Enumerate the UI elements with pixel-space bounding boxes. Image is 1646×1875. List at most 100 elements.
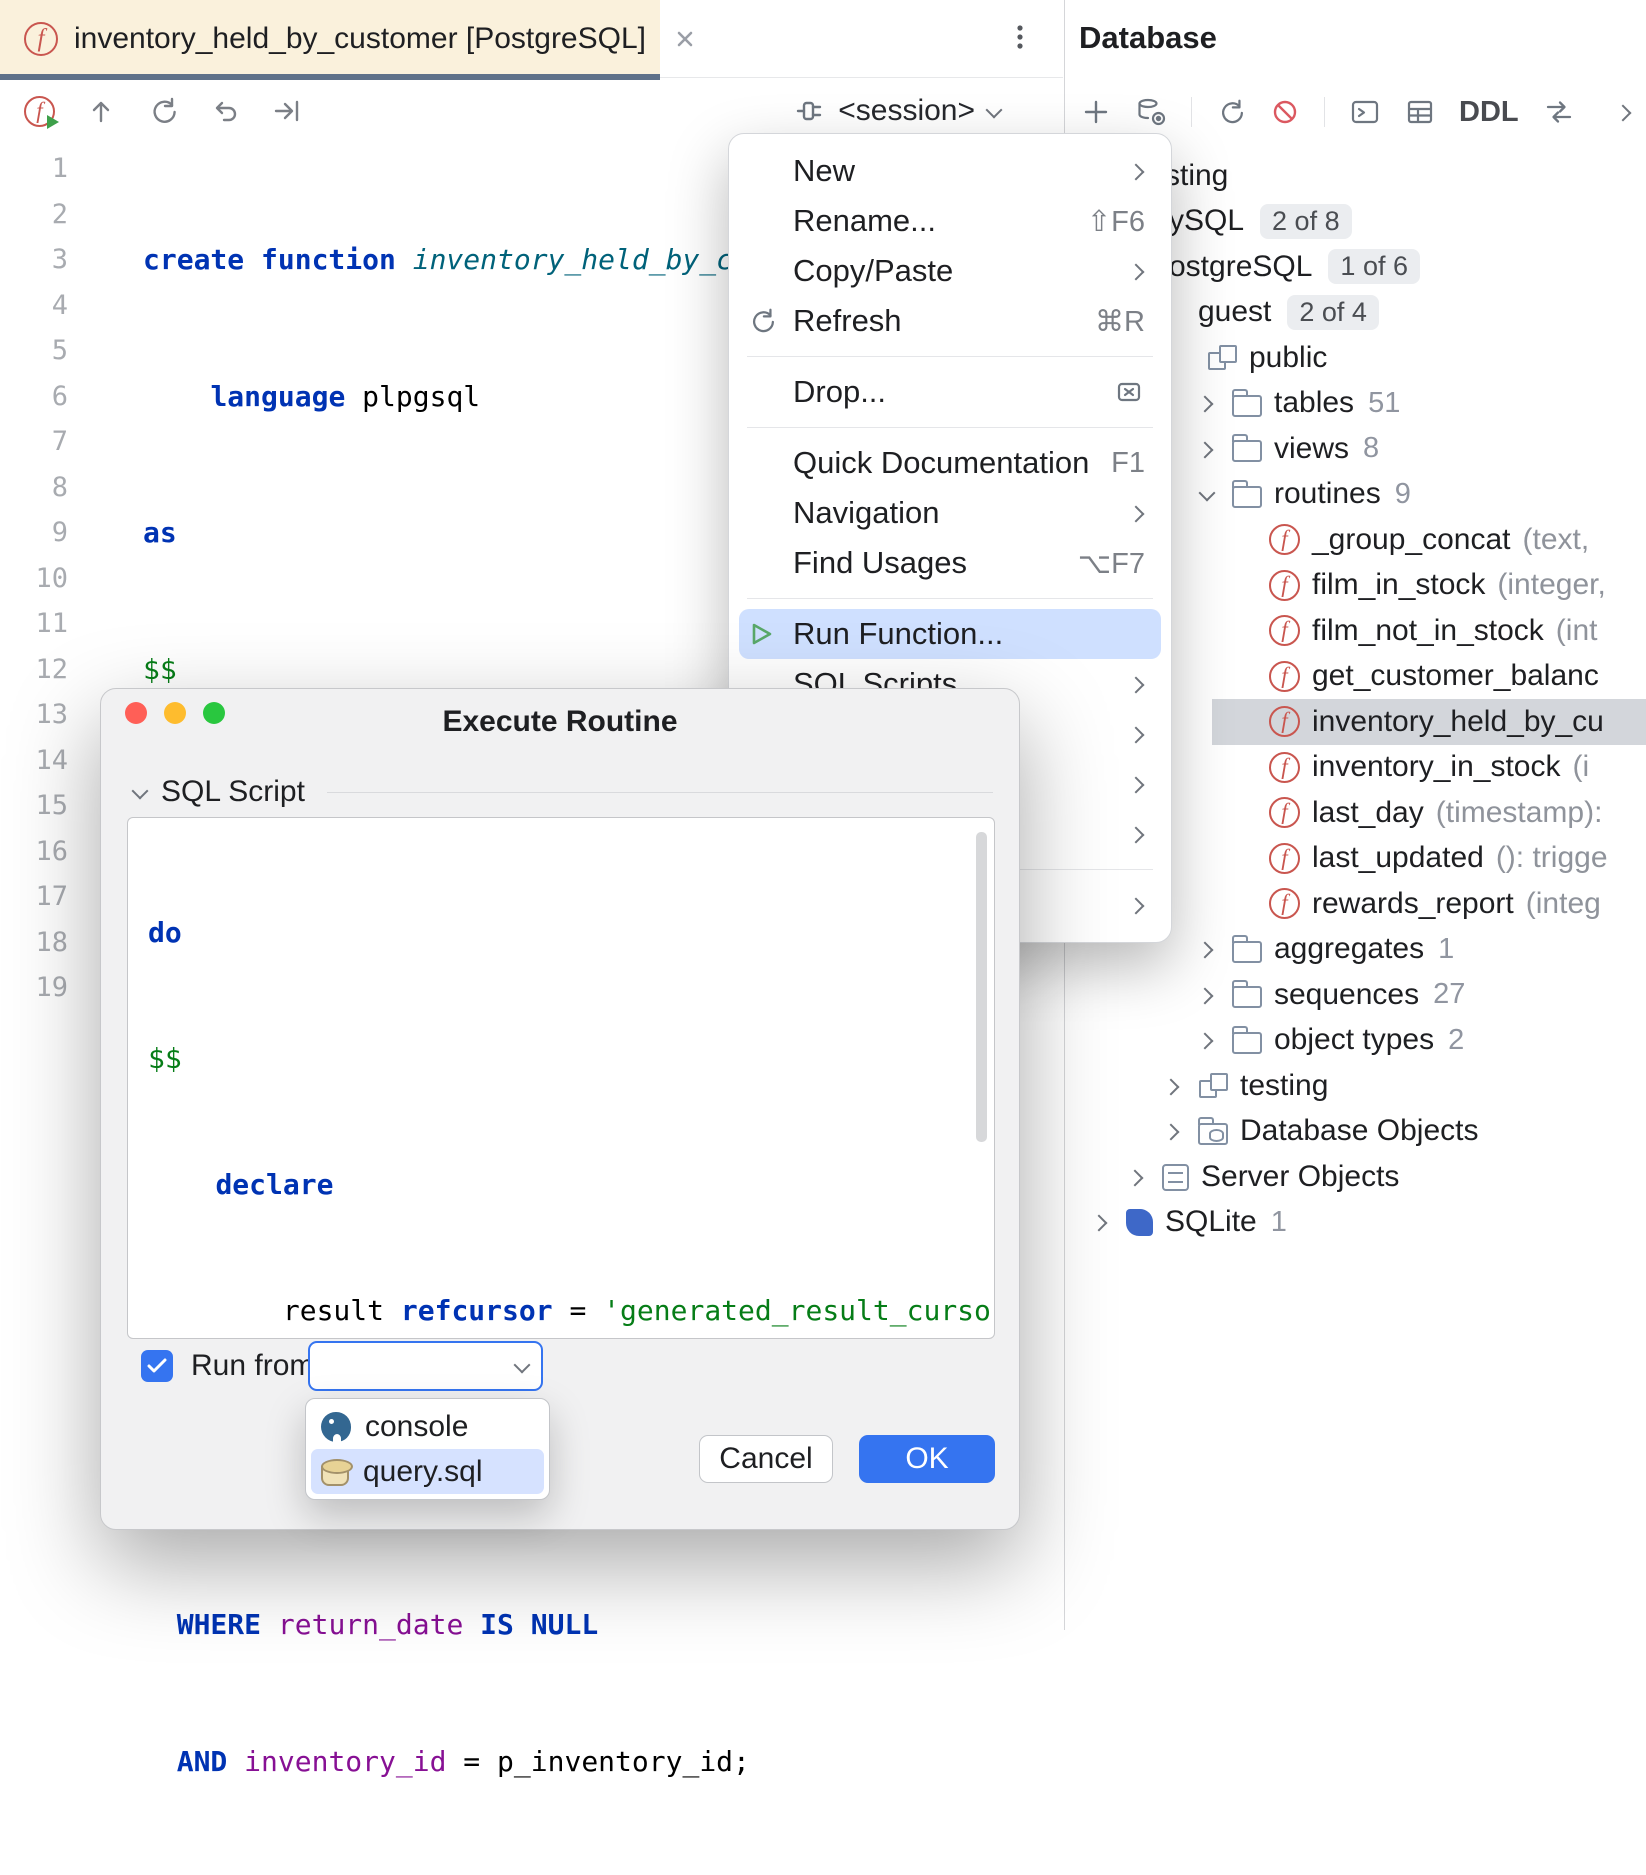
tab-close-icon[interactable] <box>672 26 698 52</box>
session-label: <session> <box>838 94 975 128</box>
folder-icon <box>1232 986 1262 1008</box>
folder-icon <box>1232 486 1262 508</box>
run-from-checkbox[interactable] <box>141 1350 173 1382</box>
chevron-down-icon <box>513 1358 529 1374</box>
run-console-icon[interactable] <box>24 96 55 127</box>
chevron-right-icon[interactable] <box>1198 395 1214 411</box>
folder-icon <box>1232 941 1262 963</box>
submenu-chevron-icon <box>1129 163 1145 179</box>
database-toolbar: DDL <box>1081 88 1632 136</box>
sql-script-editor[interactable]: do $$ declare result refcursor = 'genera… <box>127 817 995 1339</box>
submenu-chevron-icon <box>1129 826 1145 842</box>
upload-icon[interactable] <box>85 95 117 127</box>
add-icon[interactable] <box>1081 97 1111 127</box>
chevron-right-icon[interactable] <box>1198 941 1214 957</box>
item-count: 8 <box>1363 432 1379 465</box>
sql-script-section-header[interactable]: SQL Script <box>131 775 993 809</box>
run-from-dropdown: console query.sql <box>305 1398 550 1500</box>
step-icon[interactable] <box>271 95 303 127</box>
menu-item-new[interactable]: New <box>739 146 1161 196</box>
function-icon <box>1269 752 1300 783</box>
ddl-button[interactable]: DDL <box>1459 96 1519 129</box>
datasource-settings-icon[interactable] <box>1135 96 1167 128</box>
sqlite-icon <box>1126 1209 1153 1236</box>
drop-icon <box>1115 377 1145 407</box>
function-icon <box>1269 888 1300 919</box>
table-icon[interactable] <box>1405 97 1435 127</box>
tree-item-sequences[interactable]: sequences 27 <box>1065 972 1646 1018</box>
toolbar-divider <box>1191 97 1192 127</box>
postgres-icon <box>321 1412 351 1442</box>
schema-icon <box>1198 1071 1228 1101</box>
submenu-chevron-icon <box>1129 726 1145 742</box>
chevron-down-icon[interactable] <box>1198 486 1214 502</box>
schema-count-badge: 1 of 6 <box>1328 249 1420 284</box>
signature-hint: (integer, <box>1497 568 1605 602</box>
signature-hint: (text, <box>1523 523 1590 557</box>
menu-item-find-usages[interactable]: Find Usages ⌥F7 <box>739 538 1161 588</box>
chevron-right-icon[interactable] <box>1198 1032 1214 1048</box>
chevron-right-icon[interactable] <box>1128 1169 1144 1185</box>
chevron-down-icon <box>985 103 1001 119</box>
menu-item-copy-paste[interactable]: Copy/Paste <box>739 246 1161 296</box>
menu-separator <box>747 427 1153 428</box>
database-objects-icon <box>1198 1123 1228 1145</box>
query-console-icon[interactable] <box>1349 96 1381 128</box>
refresh-icon <box>747 306 793 336</box>
tree-item-testing[interactable]: testing <box>1065 1063 1646 1109</box>
schema-count-badge: 2 of 8 <box>1260 204 1352 239</box>
menu-separator <box>747 598 1153 599</box>
cancel-button[interactable]: Cancel <box>699 1435 833 1483</box>
section-label: SQL Script <box>161 775 305 809</box>
chevron-right-icon[interactable] <box>1198 987 1214 1003</box>
signature-hint: (timestamp): <box>1436 796 1603 830</box>
menu-item-refresh[interactable]: Refresh ⌘R <box>739 296 1161 346</box>
menu-item-drop[interactable]: Drop... <box>739 367 1161 417</box>
schema-icon <box>1207 343 1237 373</box>
function-icon <box>1269 661 1300 692</box>
signature-hint: (): trigge <box>1496 841 1608 875</box>
dialog-title: Execute Routine <box>101 705 1019 739</box>
code-line: result refcursor = 'generated_result_cur… <box>148 1290 994 1332</box>
scrollbar-thumb[interactable] <box>976 832 987 1142</box>
shortcut-label: ⌥F7 <box>1078 546 1145 581</box>
tree-item-database-objects[interactable]: Database Objects <box>1065 1109 1646 1155</box>
chevron-right-icon[interactable] <box>1164 1078 1180 1094</box>
chevron-right-icon[interactable] <box>1616 104 1632 120</box>
undo-icon[interactable] <box>209 95 241 127</box>
function-icon <box>1269 524 1300 555</box>
function-icon <box>1269 843 1300 874</box>
menu-item-rename[interactable]: Rename... ⇧F6 <box>739 196 1161 246</box>
refresh-icon[interactable] <box>1216 97 1246 127</box>
tree-item-sqlite[interactable]: SQLite 1 <box>1065 1200 1646 1246</box>
folder-icon <box>1232 440 1262 462</box>
tab-inventory-held-by-customer[interactable]: inventory_held_by_customer [PostgreSQL] <box>0 0 660 78</box>
chevron-right-icon[interactable] <box>1198 441 1214 457</box>
run-from-combobox[interactable] <box>308 1341 543 1391</box>
tree-item-server-objects[interactable]: Server Objects <box>1065 1154 1646 1200</box>
menu-item-quick-documentation[interactable]: Quick Documentation F1 <box>739 438 1161 488</box>
function-icon <box>1269 706 1300 737</box>
menu-item-navigation[interactable]: Navigation <box>739 488 1161 538</box>
tab-title: inventory_held_by_customer [PostgreSQL] <box>74 22 646 56</box>
chevron-right-icon[interactable] <box>1164 1123 1180 1139</box>
signature-hint: (integ <box>1526 887 1601 921</box>
shortcut-label: F1 <box>1111 447 1145 480</box>
compare-icon[interactable] <box>1543 96 1575 128</box>
code-line: $$ <box>148 1038 994 1080</box>
dropdown-option-console[interactable]: console <box>311 1404 544 1449</box>
submenu-chevron-icon <box>1129 776 1145 792</box>
item-count: 27 <box>1433 978 1465 1011</box>
panel-title: Database <box>1065 0 1646 56</box>
ok-button[interactable]: OK <box>859 1435 995 1483</box>
more-options-icon[interactable] <box>1003 20 1037 54</box>
run-from-label: Run from <box>191 1349 314 1383</box>
sync-icon[interactable] <box>147 95 179 127</box>
dropdown-option-query-sql[interactable]: query.sql <box>311 1449 544 1494</box>
tree-item-object-types[interactable]: object types 2 <box>1065 1018 1646 1064</box>
code-line: declare <box>148 1164 994 1206</box>
function-icon <box>1269 615 1300 646</box>
menu-item-run-function[interactable]: Run Function... <box>739 609 1161 659</box>
chevron-right-icon[interactable] <box>1092 1214 1108 1230</box>
disconnect-icon[interactable] <box>1270 97 1300 127</box>
